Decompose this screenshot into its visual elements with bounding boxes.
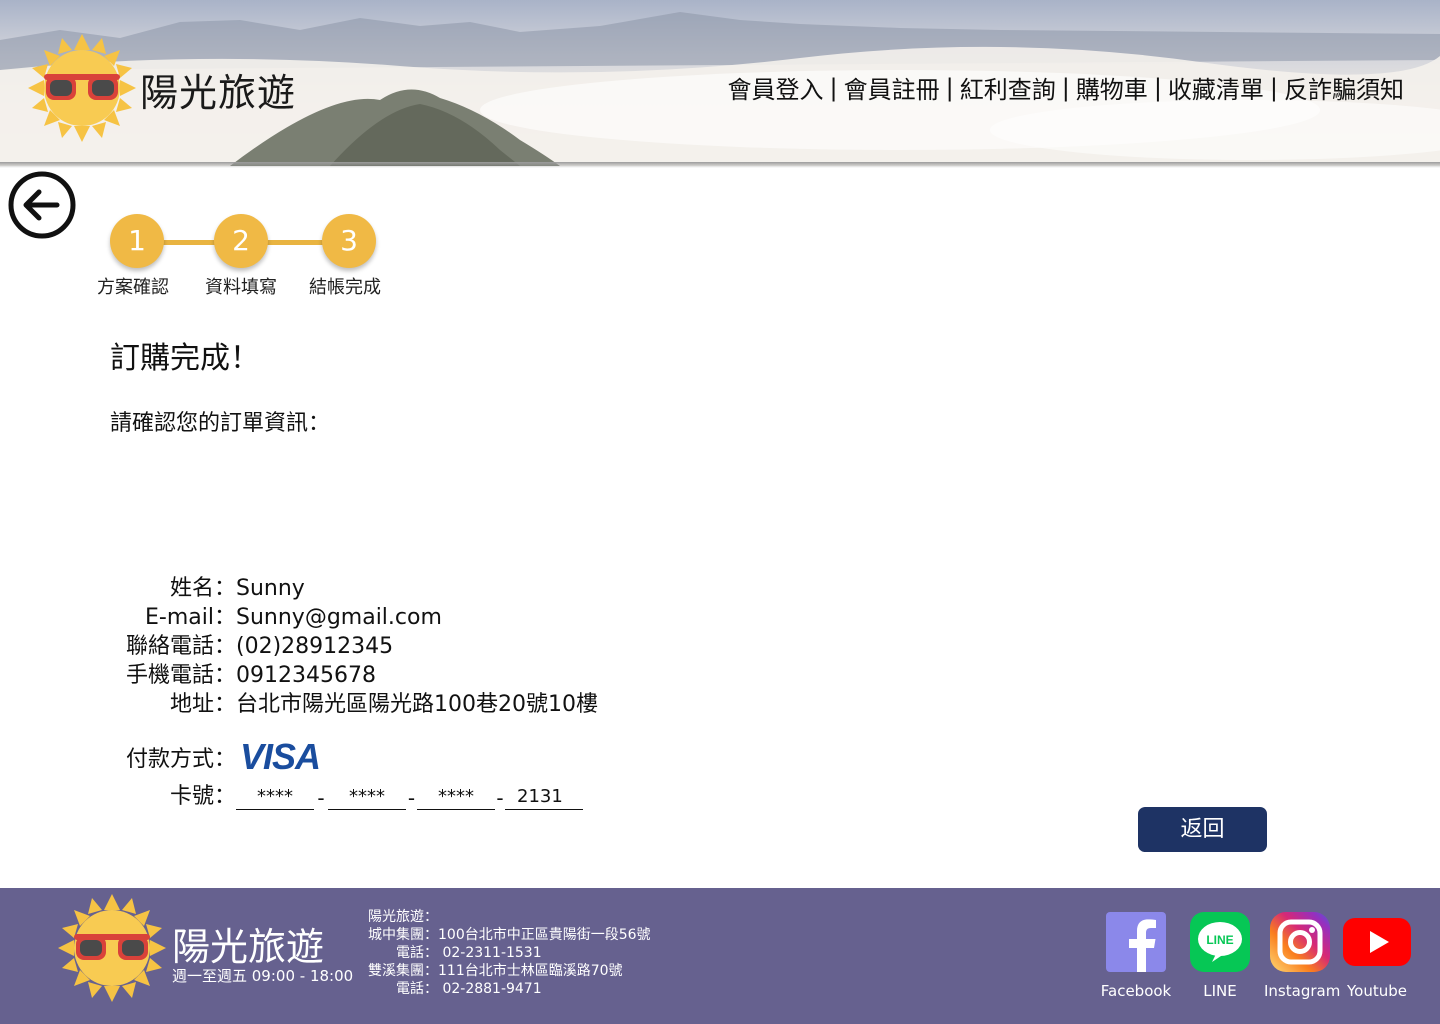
footer-brand-name: 陽光旅遊 <box>172 925 325 969</box>
payment-label: 付款方式： <box>125 747 236 772</box>
social-youtube[interactable]: Youtube <box>1341 910 1413 1000</box>
address-label: 地址： <box>169 692 236 717</box>
card-separator: - <box>407 786 416 810</box>
card-separator: - <box>317 786 325 810</box>
sun-sunglasses-logo[interactable] <box>28 34 136 142</box>
return-button[interactable]: 返回 <box>1138 807 1267 852</box>
step-1-circle: 1 <box>110 214 164 268</box>
info-row-address: 地址： 台北市陽光區陽光路100巷20號10樓 <box>100 686 598 717</box>
card-segment-4: 2131 <box>505 780 583 810</box>
footer-address-line: 電話： 02-2311-1531 <box>396 945 542 961</box>
back-arrow-icon[interactable] <box>7 170 77 240</box>
brand-name[interactable]: 陽光旅遊 <box>140 62 296 117</box>
nav-separator: | <box>1153 73 1162 102</box>
name-value: Sunny <box>236 576 305 601</box>
email-value: Sunny@gmail.com <box>236 605 442 630</box>
info-row-name: 姓名： Sunny <box>100 570 598 601</box>
nav-separator: | <box>1269 73 1278 102</box>
footer-address-line: 電話： 02-2881-9471 <box>396 981 542 997</box>
name-label: 姓名： <box>169 576 236 601</box>
card-separator: - <box>496 786 504 810</box>
footer-address-line: 城中集團：100台北市中正區貴陽街一段56號 <box>368 927 651 943</box>
card-segment-3: **** <box>417 780 495 810</box>
nav-cart[interactable]: 購物車 <box>1076 70 1148 105</box>
footer-address-line: 陽光旅遊： <box>368 909 438 925</box>
card-number-row: 卡號： **** - **** - **** - 2131 <box>100 778 583 810</box>
step-2-label: 資料填寫 <box>205 277 277 298</box>
nav-separator: | <box>945 73 954 102</box>
footer-business-hours: 週一至週五 09:00 - 18:00 <box>172 967 354 985</box>
step-3-label: 結帳完成 <box>309 277 381 298</box>
step-2-circle: 2 <box>214 214 268 268</box>
phone-label: 聯絡電話： <box>125 634 236 659</box>
order-info: 姓名： Sunny E-mail： Sunny@gmail.com 聯絡電話： … <box>100 570 598 717</box>
top-navigation: 會員登入 | 會員註冊 | 紅利查詢 | 購物車 | 收藏清單 | 反詐騙須知 <box>728 70 1404 105</box>
info-row-phone: 聯絡電話： (02)28912345 <box>100 628 598 659</box>
info-row-mobile: 手機電話： 0912345678 <box>100 657 598 688</box>
sun-sunglasses-logo[interactable] <box>58 894 166 1002</box>
instagram-icon[interactable] <box>1268 910 1332 974</box>
payment-method-row: 付款方式： VISA <box>100 736 321 778</box>
line-label[interactable]: LINE <box>1184 982 1256 1000</box>
address-value: 台北市陽光區陽光路100巷20號10樓 <box>236 692 598 717</box>
info-row-email: E-mail： Sunny@gmail.com <box>100 599 598 630</box>
site-header: 陽光旅遊 會員登入 | 會員註冊 | 紅利查詢 | 購物車 | 收藏清單 | 反… <box>0 0 1440 166</box>
social-line[interactable]: LINE LINE <box>1184 910 1256 1000</box>
mobile-value: 0912345678 <box>236 663 376 688</box>
youtube-icon[interactable] <box>1341 910 1413 974</box>
card-segment-2: **** <box>328 780 406 810</box>
mobile-label: 手機電話： <box>125 663 236 688</box>
nav-favorites[interactable]: 收藏清單 <box>1168 70 1264 105</box>
nav-bonus-query[interactable]: 紅利查詢 <box>960 70 1056 105</box>
header-shadow <box>0 162 1440 168</box>
youtube-label[interactable]: Youtube <box>1341 982 1413 1000</box>
footer-address: 陽光旅遊： 城中集團：100台北市中正區貴陽街一段56號 電話： 02-2311… <box>368 908 651 998</box>
svg-text:LINE: LINE <box>1206 933 1233 947</box>
card-label: 卡號： <box>169 784 236 809</box>
checkout-stepper: 1 2 3 方案確認 資料填寫 結帳完成 <box>90 212 410 302</box>
nav-separator: | <box>829 73 838 102</box>
site-footer: 陽光旅遊 週一至週五 09:00 - 18:00 陽光旅遊： 城中集團：100台… <box>0 888 1440 1024</box>
social-facebook[interactable]: Facebook <box>1100 910 1172 1000</box>
step-1-label: 方案確認 <box>97 277 169 298</box>
footer-address-line: 雙溪集團：111台北市士林區臨溪路70號 <box>368 963 623 979</box>
facebook-icon[interactable] <box>1104 910 1168 974</box>
phone-value: (02)28912345 <box>236 634 394 659</box>
card-segment-1: **** <box>236 780 314 810</box>
email-label: E-mail： <box>145 605 236 630</box>
nav-separator: | <box>1061 73 1070 102</box>
line-icon[interactable]: LINE <box>1188 910 1252 974</box>
order-complete-title: 訂購完成！ <box>110 341 260 376</box>
social-instagram[interactable]: Instagram <box>1264 910 1340 1000</box>
facebook-label[interactable]: Facebook <box>1100 982 1172 1000</box>
instagram-label[interactable]: Instagram <box>1264 982 1340 1000</box>
nav-login[interactable]: 會員登入 <box>728 70 824 105</box>
step-3-circle: 3 <box>322 214 376 268</box>
confirm-order-subtitle: 請確認您的訂單資訊： <box>110 411 331 436</box>
visa-logo: VISA <box>240 736 321 777</box>
nav-anti-fraud[interactable]: 反詐騙須知 <box>1284 70 1404 105</box>
nav-register[interactable]: 會員註冊 <box>844 70 940 105</box>
